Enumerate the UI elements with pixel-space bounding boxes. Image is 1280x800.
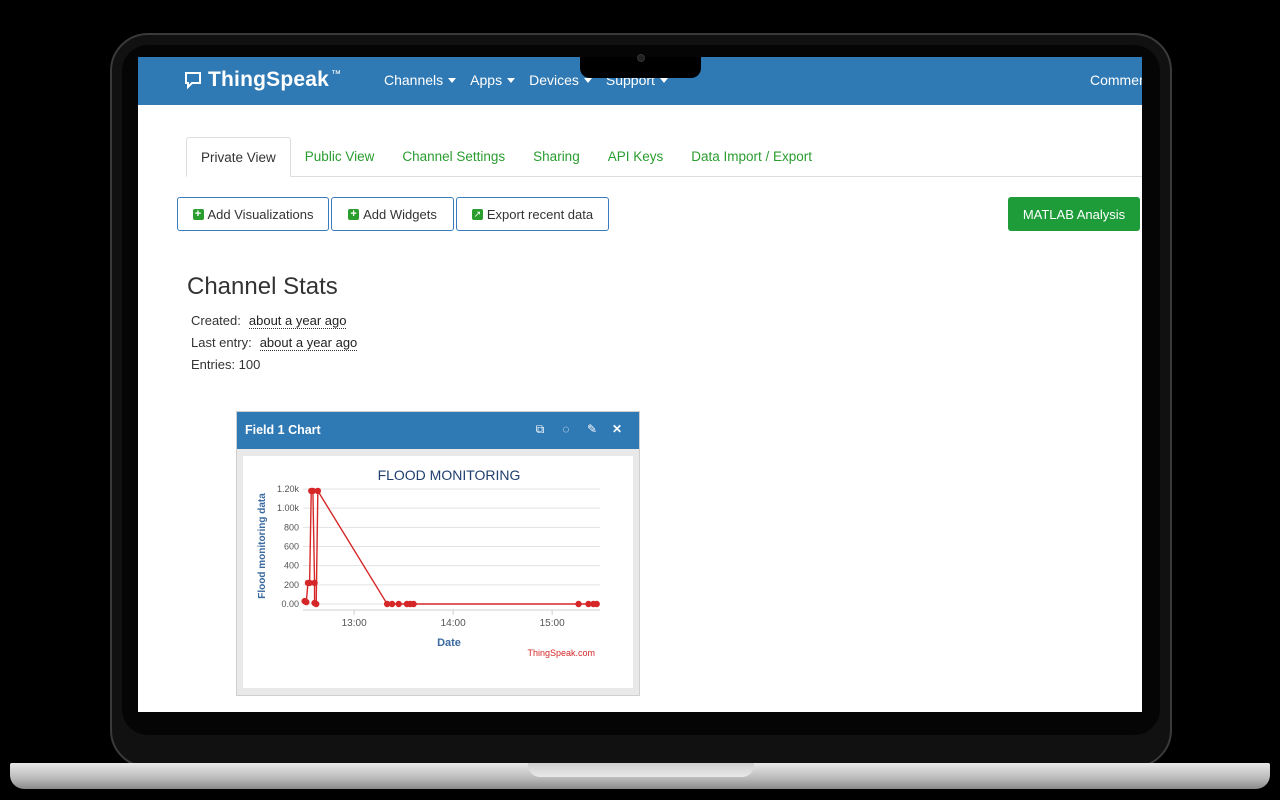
caret-down-icon [507,77,516,83]
export-recent-data-label: Export recent data [486,206,594,222]
tab-channel-settings[interactable]: Channel Settings [388,137,519,176]
y-tick-label: 1.00k [277,503,300,513]
widget-title: Field 1 Chart [245,423,321,437]
tab-sharing[interactable]: Sharing [519,137,594,176]
nav-commercial-use[interactable]: Commer [1090,72,1142,88]
add-visualizations-label: Add Visualizations [207,206,314,222]
export-recent-data-button[interactable]: ↗ Export recent data [456,197,609,231]
stat-created-label: Created: [191,313,241,328]
x-tick-label: 13:00 [342,618,367,629]
tab-public-view[interactable]: Public View [291,137,389,176]
add-widgets-label: Add Widgets [363,206,437,222]
nav-apps[interactable]: Apps [470,72,516,88]
add-widgets-button[interactable]: + Add Widgets [331,197,454,231]
chart-title: FLOOD MONITORING [378,467,521,483]
channel-tabs: Private View Public View Channel Setting… [186,137,1142,177]
external-link-icon[interactable]: ⧉ [533,422,547,436]
stat-created: Created: about a year ago [191,313,347,329]
matlab-analysis-button[interactable]: MATLAB Analysis [1008,197,1140,231]
nav-channels[interactable]: Channels [384,72,457,88]
nav-channels-label: Channels [384,72,444,88]
data-point [395,600,402,608]
caret-down-icon [583,77,592,83]
y-tick-label: 800 [284,522,299,532]
data-point [593,600,600,608]
data-point [575,600,582,608]
widget-header: Field 1 Chart ⧉ ◌ ✎ ✕ [237,412,639,449]
thingspeak-logo[interactable]: ThingSpeak ™ [184,68,341,92]
stat-entries: Entries: 100 [191,357,261,372]
field-1-chart-widget: Field 1 Chart ⧉ ◌ ✎ ✕ FLOOD MONITORING 0.… [236,411,640,696]
tab-private-view[interactable]: Private View [186,137,291,177]
stat-last-entry: Last entry: about a year ago [191,335,358,351]
x-axis-label: Date [437,637,461,649]
export-icon: ↗ [471,208,483,220]
close-icon[interactable]: ✕ [610,422,624,436]
logo-trademark: ™ [331,68,342,80]
chart-area: FLOOD MONITORING 0.00 200 400 600 800 1.00k 1.2… [243,456,633,688]
y-tick-label: 200 [284,580,299,590]
data-point [410,600,417,608]
y-tick-label: 1.20k [277,484,300,494]
stat-last-entry-value: about a year ago [259,335,358,351]
y-tick-label: 0.00 [281,599,299,609]
add-visualizations-button[interactable]: + Add Visualizations [177,197,329,231]
camera-icon [637,54,645,62]
caret-down-icon [448,77,457,83]
nav-devices-label: Devices [529,72,579,88]
plus-icon: + [348,208,360,220]
y-tick-label: 400 [284,561,299,571]
comment-icon[interactable]: ◌ [559,422,573,436]
channel-stats-title: Channel Stats [187,273,338,300]
data-point [303,598,310,606]
data-point [314,487,322,495]
x-tick-label: 14:00 [441,618,466,629]
data-point [313,600,320,608]
flood-monitoring-chart: FLOOD MONITORING 0.00 200 400 600 800 1.00k 1.2… [257,467,600,658]
x-tick-label: 15:00 [540,618,565,629]
chat-bubble-icon [185,72,201,89]
laptop-screen: ThingSpeak ™ Channels Apps Devices Suppor… [138,57,1142,712]
stat-last-entry-label: Last entry: [191,335,252,350]
plus-icon: + [192,208,204,220]
pencil-icon[interactable]: ✎ [585,422,599,436]
data-point [388,600,396,608]
y-axis-label: Flood monitoring data [257,493,268,599]
stat-created-value: about a year ago [248,313,347,329]
chart-credit: ThingSpeak.com [527,648,595,658]
data-point [311,579,318,587]
logo-text: ThingSpeak [208,68,330,91]
y-tick-label: 600 [284,542,299,552]
tab-data-import-export[interactable]: Data Import / Export [677,137,826,176]
caret-down-icon [659,77,668,83]
nav-apps-label: Apps [470,72,503,88]
laptop-base-groove [528,763,754,777]
tab-api-keys[interactable]: API Keys [594,137,678,176]
